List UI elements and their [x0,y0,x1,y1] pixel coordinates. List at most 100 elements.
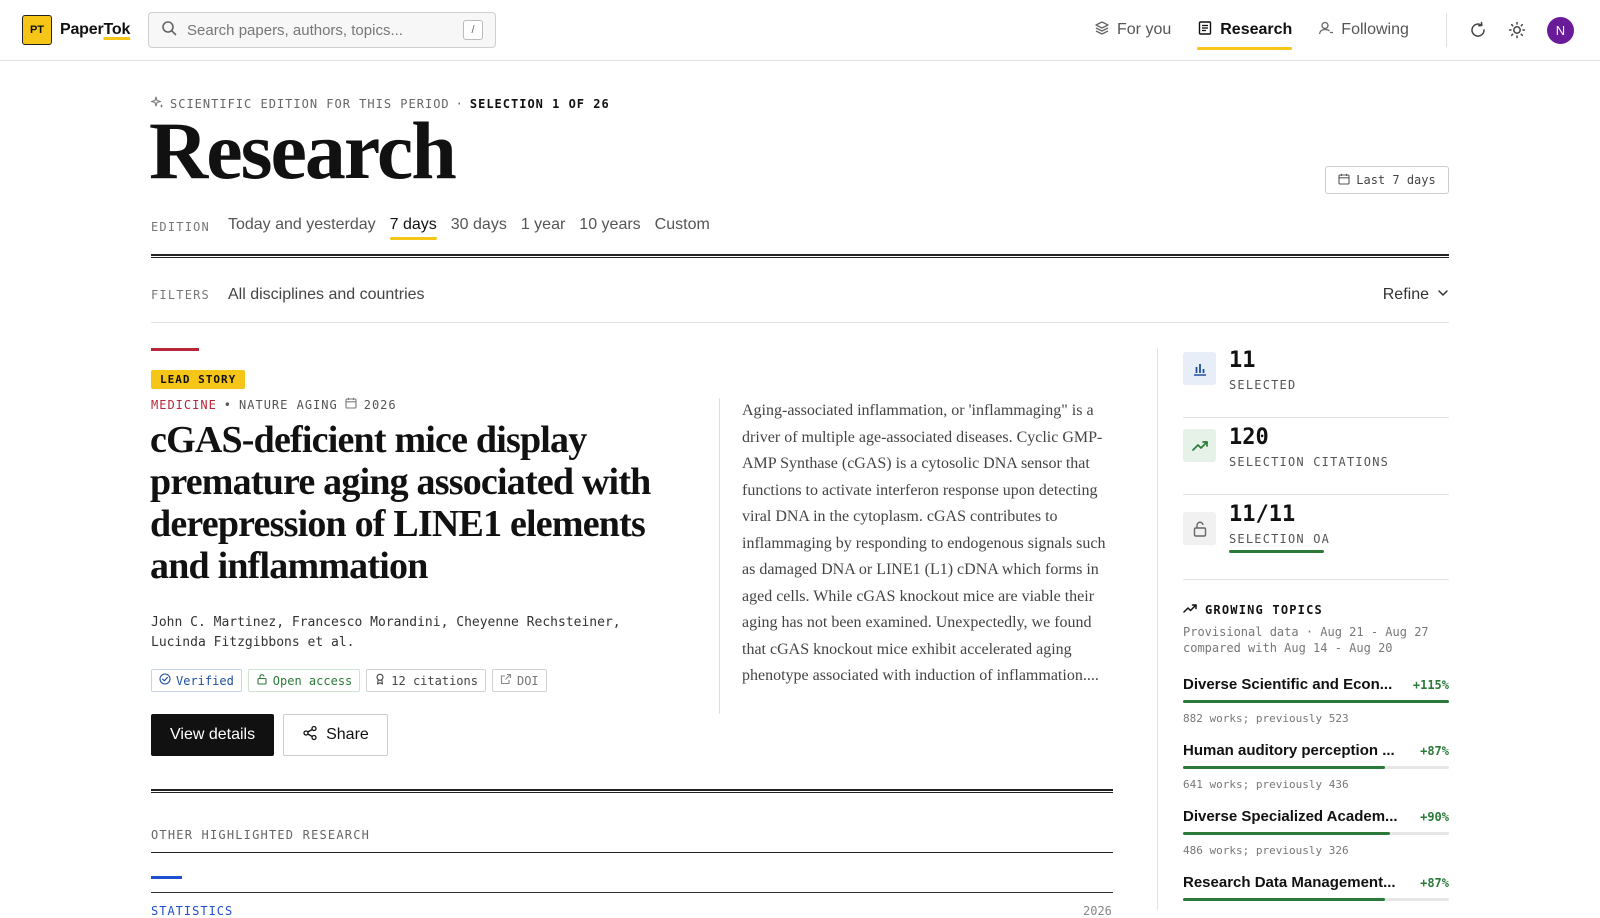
user-icon [1318,20,1334,41]
lead-badges: Verified Open access 12 citations DOI [151,669,547,692]
edition-option-1-year[interactable]: 1 year [521,216,565,238]
filters-value[interactable]: All disciplines and countries [228,286,425,304]
logo-badge: PT [22,15,52,45]
brand-logo[interactable]: PT PaperTok [22,15,130,45]
edition-label: EDITION [151,220,210,234]
lead-meta: MEDICINE • NATURE AGING 2026 [151,397,397,412]
other-research-heading: OTHER HIGHLIGHTED RESEARCH [151,828,371,842]
topic-bar-track [1183,832,1449,835]
lead-subject[interactable]: MEDICINE [151,398,217,412]
other-research-divider [151,852,1113,853]
trending-up-icon [1183,429,1216,462]
topic-growth: +87% [1420,744,1449,758]
topic-growth: +87% [1420,876,1449,890]
oa-progress-bar [1229,550,1324,553]
stat-value: 11 [1229,348,1256,373]
edition-option-30-days[interactable]: 30 days [451,216,507,238]
award-icon [374,673,386,688]
topic-counts: 486 works; previously 326 [1183,844,1349,857]
topic-counts: 882 works; previously 523 [1183,712,1349,725]
growing-topics-heading: GROWING TOPICS [1183,602,1323,617]
search-placeholder: Search papers, authors, topics... [187,21,403,39]
brand-name: PaperTok [60,21,131,38]
topic-item[interactable]: Human auditory perception ... +87% 641 wo… [1183,742,1449,791]
newspaper-icon [1197,20,1213,41]
abstract-divider [719,398,720,714]
check-circle-icon [159,673,171,688]
stat-value: 120 [1229,425,1269,450]
edition-option-today[interactable]: Today and yesterday [228,216,376,238]
citations-badge: 12 citations [366,669,486,692]
topic-growth: +115% [1412,678,1449,692]
date-range-button[interactable]: Last 7 days [1325,166,1449,194]
card-divider [151,892,1113,893]
topic-counts: 641 works; previously 436 [1183,778,1349,791]
topic-item[interactable]: Diverse Scientific and Econ... +115% 882 … [1183,676,1449,725]
section-divider [151,789,1113,793]
topic-bar-fill [1183,898,1386,901]
view-details-button[interactable]: View details [151,714,275,756]
lead-story-badge: LEAD STORY [151,370,246,389]
edition-option-7-days[interactable]: 7 days [389,216,437,240]
refresh-icon[interactable] [1466,18,1490,42]
search-input[interactable]: Search papers, authors, topics... / [148,12,496,48]
stat-label: SELECTED [1229,378,1297,392]
unlock-icon [256,673,268,688]
doi-link[interactable]: DOI [491,669,547,692]
open-access-badge: Open access [247,669,361,692]
lead-accent-bar [151,348,199,351]
topic-name: Research Data Management... [1183,874,1396,891]
user-avatar[interactable]: N [1547,17,1574,44]
nav-for-you[interactable]: For you [1094,0,1171,60]
calendar-icon [345,397,357,412]
bar-chart-icon [1183,352,1216,385]
filters-label: FILTERS [151,288,210,302]
section-divider [151,254,1449,258]
growing-topics-note: Provisional data · Aug 21 - Aug 27 compa… [1183,625,1429,655]
unlock-icon [1183,512,1216,545]
topic-bar-track [1183,766,1449,769]
nav-following[interactable]: Following [1318,0,1409,60]
nav-label: For you [1117,21,1172,38]
edition-option-custom[interactable]: Custom [655,216,710,238]
lead-journal: NATURE AGING [239,397,338,412]
topic-bar-track [1183,898,1449,901]
share-button[interactable]: Share [283,714,388,756]
edition-selector: EDITION Today and yesterday 7 days 30 da… [151,216,710,240]
trending-up-icon [1183,602,1198,617]
card-subject[interactable]: STATISTICS [151,904,233,918]
layers-icon [1094,20,1110,41]
topic-name: Human auditory perception ... [1183,742,1395,759]
nav-label: Following [1341,21,1409,38]
verified-badge: Verified [151,669,242,692]
topic-growth: +90% [1420,810,1449,824]
chevron-down-icon [1437,286,1449,304]
topic-item[interactable]: Research Data Management... +87% [1183,874,1449,901]
theme-toggle-sun-icon[interactable] [1505,18,1529,42]
nav-research[interactable]: Research [1197,0,1293,60]
page-title: Research [149,105,457,196]
topic-bar-track [1183,700,1449,703]
topic-name: Diverse Scientific and Econ... [1183,676,1393,693]
lead-abstract: Aging-associated inflammation, or 'infla… [742,402,1106,684]
main-nav: For you Research Following [1094,0,1409,60]
nav-divider [1446,13,1447,47]
external-link-icon [500,673,512,688]
share-icon [302,725,318,746]
topic-bar-fill [1183,832,1391,835]
stat-selected: 11 SELECTED [1183,348,1449,418]
topic-bar-fill [1183,700,1449,703]
calendar-icon [1338,173,1350,188]
filters-divider [151,322,1449,323]
filters-bar: FILTERS All disciplines and countries Re… [151,286,1449,304]
stat-label: SELECTION CITATIONS [1229,455,1390,469]
sidebar-divider [1157,348,1158,910]
edition-option-10-years[interactable]: 10 years [579,216,640,238]
refine-button[interactable]: Refine [1383,286,1449,304]
lead-title[interactable]: cGAS-deficient mice display premature ag… [150,419,670,587]
card-year: 2026 [1083,904,1112,918]
stat-open-access: 11/11 SELECTION OA [1183,502,1449,580]
lead-year: 2026 [363,397,397,412]
topic-item[interactable]: Diverse Specialized Academ... +90% 486 wo… [1183,808,1449,857]
topic-name: Diverse Specialized Academ... [1183,808,1398,825]
